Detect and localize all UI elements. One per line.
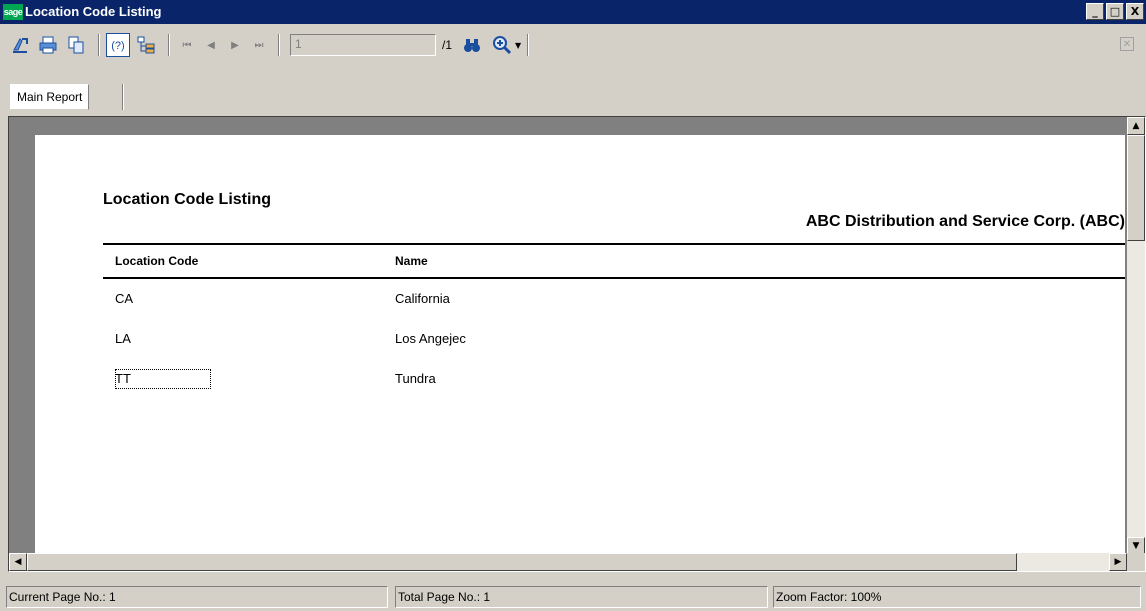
column-header-location-code: Location Code [115, 254, 199, 268]
last-page-button[interactable]: ⏭ [248, 34, 270, 56]
chevron-down-icon: ▼ [515, 40, 522, 50]
window-title: Location Code Listing [25, 4, 162, 19]
horizontal-scrollbar[interactable]: ◀ ▶ [9, 553, 1127, 571]
scroll-corner [1127, 553, 1145, 571]
status-current-page: Current Page No.: 1 [6, 586, 388, 608]
sage-logo-icon: sage [3, 3, 23, 20]
close-button[interactable]: X [1126, 3, 1144, 20]
status-total-page: Total Page No.: 1 [395, 586, 768, 608]
company-name: ABC Distribution and Service Corp. (ABC) [805, 213, 1125, 230]
toolbar-separator [98, 34, 100, 56]
export-icon[interactable] [8, 33, 32, 57]
tab-strip: Main Report [0, 80, 1146, 114]
group-tree-icon[interactable] [134, 33, 158, 57]
maximize-button[interactable]: □ [1106, 3, 1124, 20]
tab-divider [122, 84, 124, 110]
zoom-icon [493, 36, 512, 55]
print-icon[interactable] [36, 33, 60, 57]
zoom-dropdown[interactable]: ▼ [492, 35, 521, 55]
report-toolbar: (?) ⏮ ◀ ▶ ⏭ 1 /1 ▼ ✕ [0, 24, 1146, 76]
page-total-label: /1 [442, 38, 453, 52]
close-report-button[interactable]: ✕ [1120, 37, 1134, 51]
title-bar: sage Location Code Listing _ □ X [0, 0, 1146, 24]
help-icon[interactable]: (?) [106, 33, 130, 57]
toolbar-separator [527, 34, 530, 56]
status-zoom-factor: Zoom Factor: 100% [773, 586, 1141, 608]
binoculars-icon[interactable] [460, 33, 484, 57]
next-page-button[interactable]: ▶ [224, 34, 246, 56]
scroll-right-button[interactable]: ▶ [1109, 553, 1127, 571]
tab-main-report[interactable]: Main Report [10, 84, 90, 110]
row-0-code[interactable]: CA [115, 291, 133, 306]
page-number-input[interactable]: 1 [290, 34, 436, 56]
window-controls: _ □ X [1086, 3, 1144, 20]
toolbar-separator [168, 34, 170, 56]
first-page-button[interactable]: ⏮ [176, 34, 198, 56]
scroll-left-button[interactable]: ◀ [9, 553, 27, 571]
copy-icon[interactable] [64, 33, 88, 57]
minimize-button[interactable]: _ [1086, 3, 1104, 20]
column-header-name: Name [395, 254, 428, 268]
scroll-up-button[interactable]: ▲ [1127, 117, 1145, 135]
report-viewer: Location Code Listing ABC Distribution a… [8, 116, 1146, 572]
header-top-rule [103, 243, 1125, 245]
row-1-name[interactable]: Los Angejec [395, 331, 466, 346]
row-2-code[interactable]: TT [115, 371, 131, 386]
status-bar: Current Page No.: 1 Total Page No.: 1 Zo… [0, 582, 1146, 611]
previous-page-button[interactable]: ◀ [200, 34, 222, 56]
row-1-code[interactable]: LA [115, 331, 131, 346]
svg-text:(?): (?) [111, 40, 124, 52]
vertical-scrollbar[interactable]: ▲ ▼ [1127, 117, 1145, 555]
horizontal-scroll-thumb[interactable] [27, 553, 1017, 571]
toolbar-separator [278, 34, 280, 56]
row-0-name[interactable]: California [395, 291, 450, 306]
row-2-name[interactable]: Tundra [395, 371, 436, 386]
vertical-scroll-thumb[interactable] [1127, 135, 1145, 241]
header-bottom-rule [103, 277, 1125, 279]
report-page: Location Code Listing ABC Distribution a… [35, 135, 1125, 553]
report-title: Location Code Listing [103, 191, 271, 208]
